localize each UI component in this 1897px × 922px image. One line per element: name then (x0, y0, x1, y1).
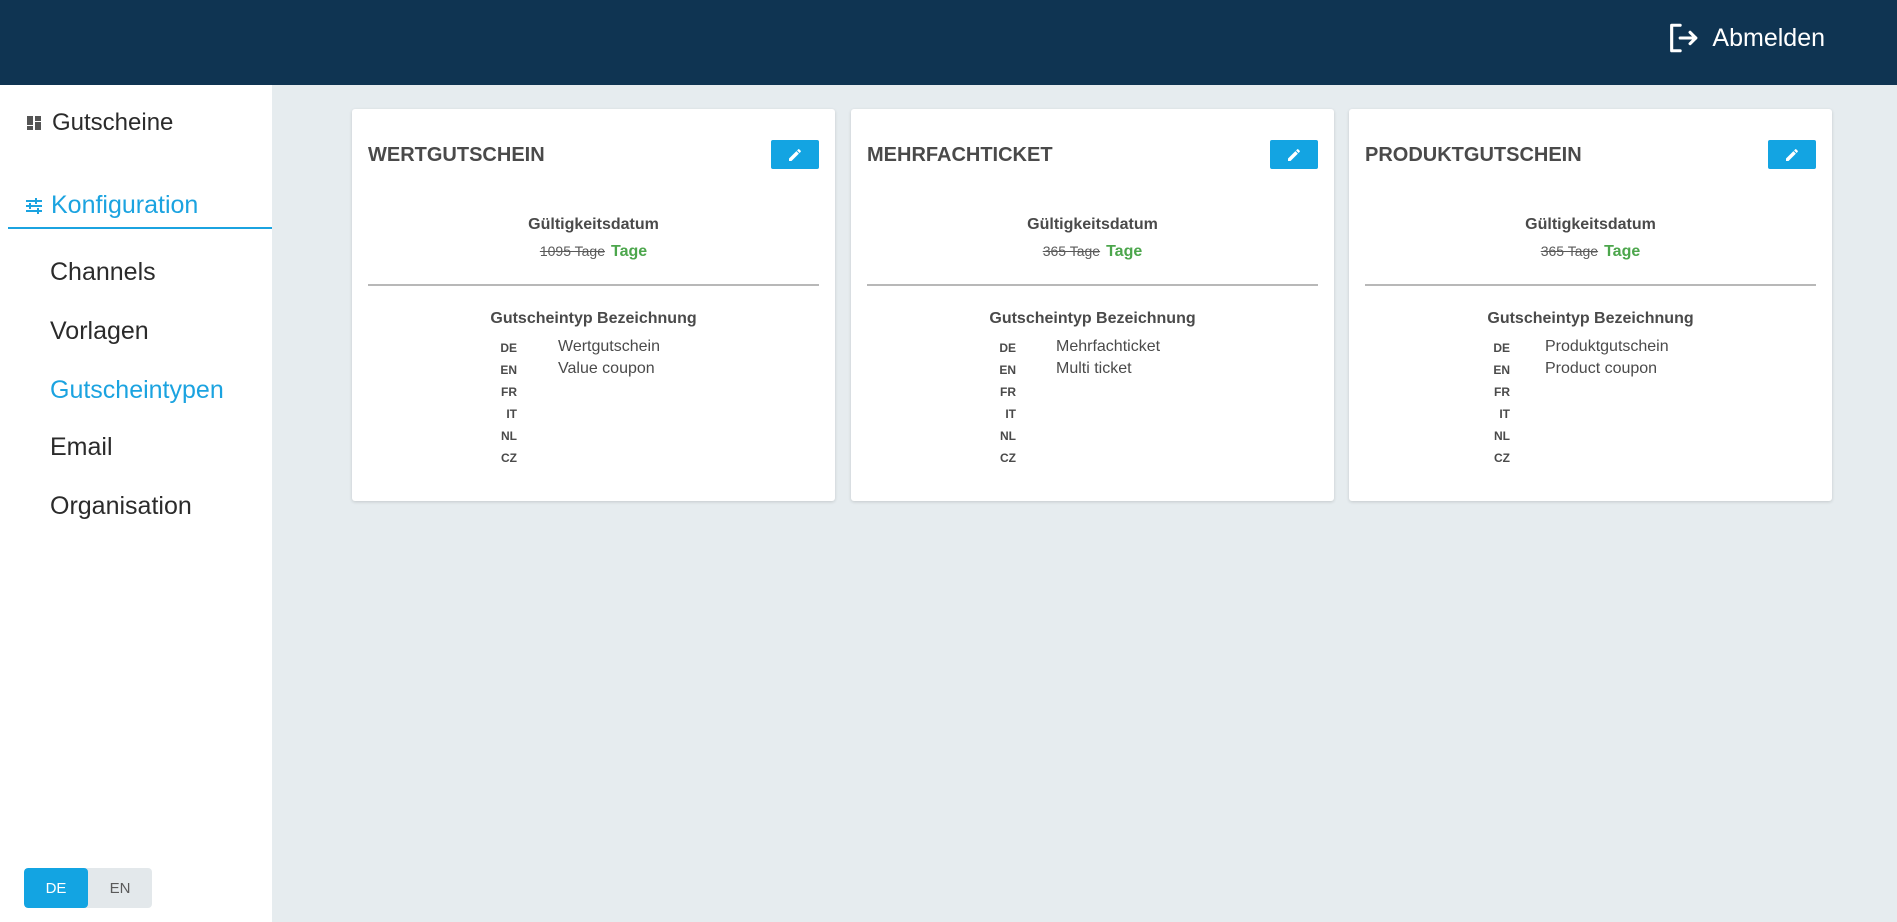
validity-label: Gültigkeitsdatum (528, 216, 659, 233)
names-list: DE Produktgutschein EN Product coupon FR I… (1349, 337, 1832, 469)
divider (368, 284, 819, 286)
coupon-type-card: PRODUKTGUTSCHEIN Gültigkeitsdatum 365 Ta… (1349, 109, 1832, 501)
validity-days-old: 365 Tage (1042, 243, 1101, 259)
sidebar-section-label: Konfiguration (51, 191, 199, 219)
sidebar-item-email[interactable]: Email (50, 433, 113, 462)
validity-days-old: 1095 Tage (539, 243, 605, 259)
names-list: DE Mehrfachticket EN Multi ticket FR IT NL… (851, 337, 1334, 469)
validity-days-unit: Tage (1106, 243, 1143, 260)
logout-label: Abmelden (1712, 23, 1825, 52)
pencil-icon (1786, 148, 1798, 161)
card-title: MEHRFACHTICKET (867, 144, 1053, 166)
validity-value: 1095 Tage Tage (352, 243, 835, 261)
sidebar-item-label: Gutscheine (52, 109, 174, 136)
name-row-it: IT (352, 403, 835, 425)
validity-value: 365 Tage Tage (851, 243, 1334, 261)
name-row-de: DE Wertgutschein (352, 337, 835, 359)
validity-label: Gültigkeitsdatum (1525, 216, 1656, 233)
lang-code: FR (501, 385, 517, 399)
sidebar-item-gutscheintypen[interactable]: Gutscheintypen (50, 376, 224, 405)
lang-code: CZ (1000, 451, 1016, 465)
lang-code: CZ (501, 451, 517, 465)
coupon-type-card: WERTGUTSCHEIN Gültigkeitsdatum 1095 Tage… (352, 109, 835, 501)
lang-code: EN (999, 363, 1016, 377)
name-row-en: EN Multi ticket (851, 359, 1334, 381)
sidebar-item-vorlagen[interactable]: Vorlagen (50, 317, 149, 346)
validity-days-unit: Tage (610, 243, 648, 260)
lang-code: EN (500, 363, 517, 377)
lang-code: IT (1499, 407, 1510, 421)
logout-icon (1670, 23, 1698, 53)
divider (867, 284, 1318, 286)
edit-button[interactable] (1768, 140, 1816, 169)
name-row-it: IT (1349, 403, 1832, 425)
sidebar: Gutscheine Konfiguration Channels Vorlag… (0, 85, 272, 922)
name-row-nl: NL (1349, 425, 1832, 447)
language-toggle: DE EN (24, 868, 152, 908)
top-bar: Abmelden (0, 0, 1897, 85)
name-row-fr: FR (851, 381, 1334, 403)
validity-days-old: 365 Tage (1540, 243, 1599, 259)
dashboard-icon (27, 116, 41, 130)
name-row-it: IT (851, 403, 1334, 425)
name-row-en: EN Value coupon (352, 359, 835, 381)
lang-code: CZ (1494, 451, 1510, 465)
lang-code: NL (1494, 429, 1510, 443)
lang-code: NL (501, 429, 517, 443)
sidebar-section-konfiguration[interactable]: Konfiguration (8, 191, 272, 229)
lang-name: Mehrfachticket (1056, 338, 1161, 355)
lang-name: Product coupon (1545, 360, 1658, 377)
card-title: WERTGUTSCHEIN (368, 144, 545, 166)
language-en-button[interactable]: EN (88, 868, 152, 908)
lang-code: EN (1493, 363, 1510, 377)
name-row-de: DE Produktgutschein (1349, 337, 1832, 359)
name-row-en: EN Product coupon (1349, 359, 1832, 381)
sidebar-item-gutscheine[interactable]: Gutscheine (26, 109, 173, 137)
edit-button[interactable] (1270, 140, 1318, 169)
coupon-type-card: MEHRFACHTICKET Gültigkeitsdatum 365 Tage… (851, 109, 1334, 501)
name-row-nl: NL (352, 425, 835, 447)
lang-name: Wertgutschein (558, 338, 660, 355)
name-row-fr: FR (352, 381, 835, 403)
name-row-cz: CZ (1349, 447, 1832, 469)
names-list: DE Wertgutschein EN Value coupon FR IT NL … (352, 337, 835, 469)
language-de-button[interactable]: DE (24, 868, 88, 908)
lang-code: IT (506, 407, 517, 421)
lang-code: FR (1494, 385, 1510, 399)
lang-code: FR (1000, 385, 1016, 399)
validity-label: Gültigkeitsdatum (1027, 216, 1158, 233)
name-row-nl: NL (851, 425, 1334, 447)
logout-button[interactable]: Abmelden (1666, 20, 1825, 56)
lang-code: DE (1493, 341, 1510, 355)
names-label: Gutscheintyp Bezeichnung (1487, 310, 1694, 327)
lang-name: Value coupon (558, 360, 655, 377)
validity-value: 365 Tage Tage (1349, 243, 1832, 261)
lang-code: DE (500, 341, 517, 355)
names-label: Gutscheintyp Bezeichnung (490, 310, 697, 327)
card-title: PRODUKTGUTSCHEIN (1365, 144, 1582, 166)
validity-days-unit: Tage (1604, 243, 1641, 260)
lang-code: DE (999, 341, 1016, 355)
sidebar-item-channels[interactable]: Channels (50, 258, 156, 287)
name-row-de: DE Mehrfachticket (851, 337, 1334, 359)
lang-code: IT (1005, 407, 1016, 421)
sliders-icon (26, 198, 42, 214)
name-row-fr: FR (1349, 381, 1832, 403)
names-label: Gutscheintyp Bezeichnung (989, 310, 1196, 327)
pencil-icon (789, 148, 801, 161)
lang-code: NL (1000, 429, 1016, 443)
pencil-icon (1288, 148, 1300, 161)
sidebar-item-organisation[interactable]: Organisation (50, 492, 192, 521)
lang-name: Produktgutschein (1545, 338, 1669, 355)
name-row-cz: CZ (851, 447, 1334, 469)
lang-name: Multi ticket (1056, 360, 1132, 377)
divider (1365, 284, 1816, 286)
name-row-cz: CZ (352, 447, 835, 469)
edit-button[interactable] (771, 140, 819, 169)
